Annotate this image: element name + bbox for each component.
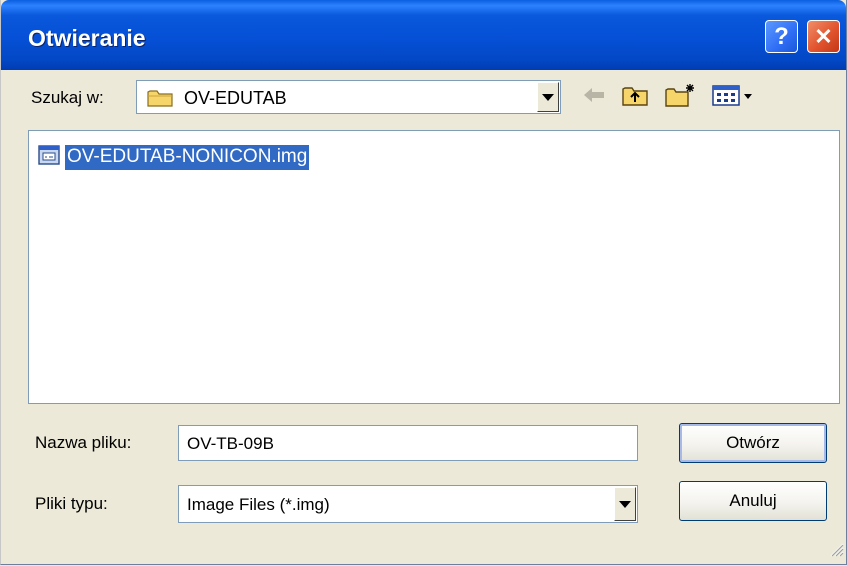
help-icon: ? [774,22,789,50]
chevron-down-icon [542,93,554,101]
cancel-button[interactable]: Anuluj [679,481,827,521]
file-name-input[interactable]: OV-TB-09B [178,425,638,461]
title-bar[interactable]: Otwieranie ? ✕ [1,0,846,70]
file-name-label: Nazwa pliku: [35,433,132,452]
up-folder-icon [621,83,649,112]
view-menu-button[interactable] [709,82,759,112]
file-type-label: Pliki typu: [35,494,108,513]
new-folder-icon [664,82,696,113]
look-in-label: Szukaj w: [31,88,104,107]
look-in-dropdown-arrow[interactable] [537,82,559,112]
dialog-title: Otwieranie [28,25,146,51]
up-folder-button[interactable] [619,82,651,112]
list-item[interactable]: OV-EDUTAB-NONICON.img [37,143,310,172]
file-type-dropdown-arrow[interactable] [614,487,636,521]
file-list[interactable]: OV-EDUTAB-NONICON.img [28,130,840,404]
back-arrow-icon [582,86,606,109]
cancel-button-label: Anuluj [729,491,777,510]
file-type-value: Image Files (*.img) [187,495,330,514]
look-in-value: OV-EDUTAB [184,88,287,108]
view-menu-icon [711,83,757,112]
help-button[interactable]: ? [765,20,798,53]
folder-icon [147,88,175,113]
file-name-label: OV-EDUTAB-NONICON.img [65,144,310,170]
close-icon: ✕ [814,23,833,49]
look-in-dropdown[interactable]: OV-EDUTAB [136,80,561,114]
open-dialog: Otwieranie ? ✕ Szukaj w: OV-EDUTAB OV-ED… [0,0,847,565]
open-button-label: Otwórz [726,433,780,452]
resize-grip-icon[interactable] [826,539,844,562]
image-file-icon [37,143,61,172]
back-button[interactable] [579,82,609,112]
file-type-dropdown[interactable]: Image Files (*.img) [178,485,638,523]
new-folder-button[interactable] [663,82,697,112]
file-name-value: OV-TB-09B [187,434,274,453]
close-button[interactable]: ✕ [807,20,840,53]
chevron-down-icon [619,500,631,508]
open-button[interactable]: Otwórz [679,423,827,463]
